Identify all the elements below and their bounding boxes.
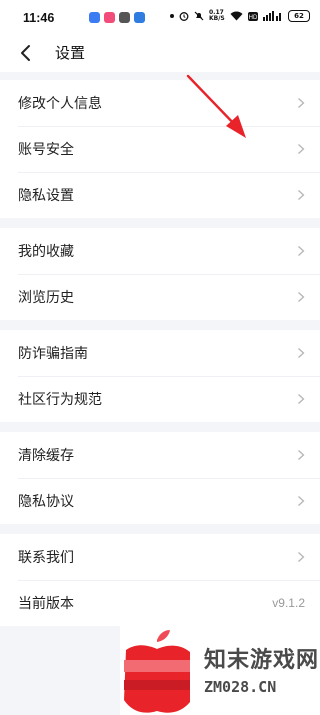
settings-group-storage: 清除缓存 隐私协议 bbox=[0, 432, 320, 524]
settings-item-account-security[interactable]: 账号安全 bbox=[0, 126, 320, 172]
chevron-right-icon bbox=[298, 144, 305, 154]
watermark-text: 知末游戏网 bbox=[204, 647, 320, 673]
settings-group-about: 联系我们 当前版本 v9.1.2 bbox=[0, 534, 320, 626]
settings-item-label: 账号安全 bbox=[18, 142, 74, 158]
svg-text:HD: HD bbox=[249, 15, 258, 21]
settings-item-label: 清除缓存 bbox=[18, 448, 74, 464]
app-icon bbox=[89, 12, 100, 23]
system-icons: 0.17 KB/S HD 62 bbox=[170, 10, 310, 22]
notification-icons bbox=[89, 12, 145, 23]
settings-item-anti-fraud-guide[interactable]: 防诈骗指南 bbox=[0, 330, 320, 376]
settings-group-activity: 我的收藏 浏览历史 bbox=[0, 228, 320, 320]
wifi-icon bbox=[230, 11, 243, 21]
chevron-right-icon bbox=[298, 552, 305, 562]
battery-icon: 62 bbox=[288, 10, 310, 22]
settings-list: 修改个人信息 账号安全 隐私设置 我的收藏 浏览历史 防诈骗指南 社区行为规范 bbox=[0, 80, 320, 636]
settings-group-guidelines: 防诈骗指南 社区行为规范 bbox=[0, 330, 320, 422]
chevron-right-icon bbox=[298, 348, 305, 358]
settings-item-label: 我的收藏 bbox=[18, 244, 74, 260]
dot-icon bbox=[170, 14, 174, 18]
chevron-right-icon bbox=[298, 450, 305, 460]
signal-icon bbox=[263, 11, 281, 21]
app-icon bbox=[119, 12, 130, 23]
apple-logo-icon bbox=[124, 630, 190, 713]
settings-item-contact-us[interactable]: 联系我们 bbox=[0, 534, 320, 580]
chevron-right-icon bbox=[298, 98, 305, 108]
settings-item-label: 修改个人信息 bbox=[18, 96, 102, 112]
settings-item-label: 当前版本 bbox=[18, 596, 74, 612]
watermark-logo: 知末游戏网 ZM028.CN bbox=[120, 622, 320, 715]
hd-icon: HD bbox=[248, 11, 258, 21]
settings-item-edit-profile[interactable]: 修改个人信息 bbox=[0, 80, 320, 126]
settings-item-label: 社区行为规范 bbox=[18, 392, 102, 408]
settings-item-label: 隐私协议 bbox=[18, 494, 74, 510]
settings-item-label: 联系我们 bbox=[18, 550, 74, 566]
app-icon bbox=[104, 12, 115, 23]
settings-item-current-version: 当前版本 v9.1.2 bbox=[0, 580, 320, 626]
alarm-icon bbox=[179, 12, 189, 21]
navigation-bar: 设置 bbox=[0, 36, 320, 72]
chevron-right-icon bbox=[298, 394, 305, 404]
status-bar: 11:46 0.17 KB/S HD 62 bbox=[0, 0, 320, 36]
watermark-url: ZM028.CN bbox=[204, 678, 277, 696]
settings-item-clear-cache[interactable]: 清除缓存 bbox=[0, 432, 320, 478]
settings-item-label: 隐私设置 bbox=[18, 188, 74, 204]
settings-item-history[interactable]: 浏览历史 bbox=[0, 274, 320, 320]
chevron-right-icon bbox=[298, 292, 305, 302]
settings-item-label: 防诈骗指南 bbox=[18, 346, 88, 362]
chevron-right-icon bbox=[298, 190, 305, 200]
app-icon bbox=[134, 12, 145, 23]
settings-group-account: 修改个人信息 账号安全 隐私设置 bbox=[0, 80, 320, 218]
settings-item-favorites[interactable]: 我的收藏 bbox=[0, 228, 320, 274]
settings-item-community-rules[interactable]: 社区行为规范 bbox=[0, 376, 320, 422]
chevron-left-icon[interactable] bbox=[14, 41, 38, 65]
mute-icon bbox=[194, 11, 204, 21]
version-value: v9.1.2 bbox=[272, 596, 305, 610]
settings-item-label: 浏览历史 bbox=[18, 290, 74, 306]
status-time: 11:46 bbox=[23, 11, 55, 25]
chevron-right-icon bbox=[298, 496, 305, 506]
chevron-right-icon bbox=[298, 246, 305, 256]
settings-item-privacy-policy[interactable]: 隐私协议 bbox=[0, 478, 320, 524]
settings-item-privacy-settings[interactable]: 隐私设置 bbox=[0, 172, 320, 218]
page-title: 设置 bbox=[55, 44, 86, 62]
network-speed: 0.17 KB/S bbox=[209, 9, 225, 22]
